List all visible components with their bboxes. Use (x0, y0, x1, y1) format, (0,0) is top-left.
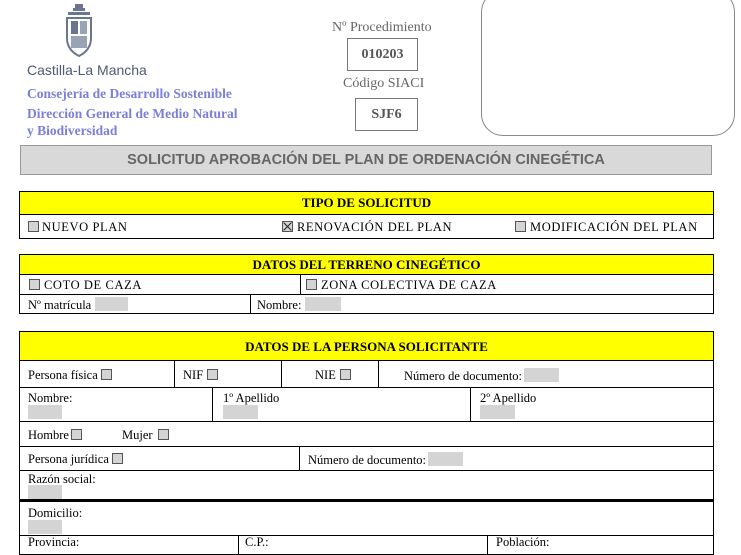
form-title: SOLICITUD APROBACIÓN DEL PLAN DE ORDENAC… (20, 145, 712, 175)
registry-stamp-box (481, 0, 735, 136)
org-name: Castilla-La Mancha (27, 62, 147, 78)
nif-label: NIF (183, 368, 204, 382)
mujer-label: Mujer (122, 428, 153, 442)
zona-label: ZONA COLECTIVA DE CAZA (321, 278, 497, 292)
persona-juridica-checkbox[interactable] (111, 453, 123, 464)
sexo-cell: Hombre Mujer (19, 421, 714, 447)
matricula-label: Nº matrícula (28, 298, 92, 312)
persona-fisica-cell: Persona física (19, 360, 175, 388)
nuevo-plan-label: NUEVO PLAN (42, 220, 128, 234)
nombre-input[interactable] (28, 405, 62, 419)
siaci-label: Código SIACI (343, 76, 425, 91)
option-nuevo-plan[interactable]: NUEVO PLAN (28, 220, 128, 235)
poblacion-label: Población: (496, 535, 550, 549)
razon-social-cell: Razón social: (19, 470, 714, 501)
persona-juridica-cell: Persona jurídica (19, 446, 300, 471)
nuevo-plan-checkbox[interactable] (28, 221, 39, 232)
apellido1-input[interactable] (223, 405, 258, 419)
nie-cell: NIE (281, 360, 379, 388)
domicilio-cell: Domicilio: (19, 501, 714, 536)
direccion-line2: y Biodiversidad (27, 123, 118, 138)
tipo-solicitud-header: TIPO DE SOLICITUD (19, 191, 714, 215)
solicitante-header: DATOS DE LA PERSONA SOLICITANTE (19, 331, 714, 361)
provincia-cell: Provincia: (19, 535, 239, 555)
option-renovacion[interactable]: RENOVACIÓN DEL PLAN (282, 220, 452, 235)
domicilio-label: Domicilio: (28, 506, 83, 520)
terreno-header: DATOS DEL TERRENO CINEGÉTICO (19, 254, 714, 275)
modificacion-checkbox[interactable] (515, 221, 526, 232)
apellido1-cell: 1º Apellido (212, 387, 471, 422)
option-modificacion[interactable]: MODIFICACIÓN DEL PLAN (515, 220, 698, 235)
numdoc2-input[interactable] (428, 452, 464, 466)
persona-fisica-checkbox[interactable] (100, 369, 112, 380)
cp-cell: C.P.: (238, 535, 488, 555)
poblacion-cell: Población: (487, 535, 714, 555)
hombre-label: Hombre (28, 428, 69, 442)
razon-social-input[interactable] (28, 485, 62, 499)
numdoc-input[interactable] (524, 368, 560, 382)
apellido2-label: 2º Apellido (480, 391, 537, 405)
mujer-checkbox[interactable] (157, 429, 169, 440)
tipo-solicitud-row: NUEVO PLAN RENOVACIÓN DEL PLAN MODIFICAC… (19, 214, 714, 239)
zona-cell[interactable]: ZONA COLECTIVA DE CAZA (300, 274, 714, 295)
persona-fisica-label: Persona física (28, 368, 98, 382)
nif-checkbox[interactable] (207, 369, 219, 380)
numdoc2-label: Número de documento: (308, 453, 427, 467)
provincia-label: Provincia: (28, 535, 80, 549)
coto-label: COTO DE CAZA (44, 278, 142, 292)
procedimiento-value: 010203 (347, 38, 418, 71)
renovacion-label: RENOVACIÓN DEL PLAN (297, 220, 453, 234)
nif-cell: NIF (174, 360, 282, 388)
nie-label: NIE (315, 368, 336, 382)
apellido2-input[interactable] (480, 405, 515, 419)
hombre-checkbox[interactable] (70, 429, 82, 440)
nombre-cell: Nombre: (19, 387, 213, 422)
matricula-cell: Nº matrícula (19, 294, 251, 314)
renovacion-checkbox-checked[interactable] (282, 221, 293, 232)
coat-of-arms-logo (62, 4, 96, 60)
nombre-label: Nombre: (28, 391, 73, 405)
terreno-nombre-input[interactable] (305, 297, 342, 311)
consejeria-label: Consejería de Desarrollo Sostenible (27, 86, 232, 101)
terreno-nombre-cell: Nombre: (250, 294, 714, 314)
matricula-input[interactable] (95, 297, 129, 311)
siaci-value: SJF6 (355, 98, 418, 131)
modificacion-label: MODIFICACIÓN DEL PLAN (530, 220, 698, 234)
numdoc-cell: Número de documento: (378, 360, 714, 388)
cp-label: C.P.: (245, 535, 269, 549)
direccion-line1: Dirección General de Medio Natural (27, 106, 238, 121)
numdoc-label: Número de documento: (404, 369, 523, 383)
coto-checkbox[interactable] (29, 279, 40, 290)
apellido2-cell: 2º Apellido (470, 387, 714, 422)
apellido1-label: 1º Apellido (223, 391, 280, 405)
domicilio-input[interactable] (28, 520, 62, 534)
zona-checkbox[interactable] (306, 279, 317, 290)
terreno-nombre-label: Nombre: (257, 298, 302, 312)
coto-cell[interactable]: COTO DE CAZA (19, 274, 301, 295)
persona-juridica-label: Persona jurídica (28, 452, 109, 466)
procedimiento-label: Nº Procedimiento (332, 20, 432, 35)
numdoc2-cell: Número de documento: (299, 446, 714, 471)
nie-checkbox[interactable] (339, 369, 351, 380)
